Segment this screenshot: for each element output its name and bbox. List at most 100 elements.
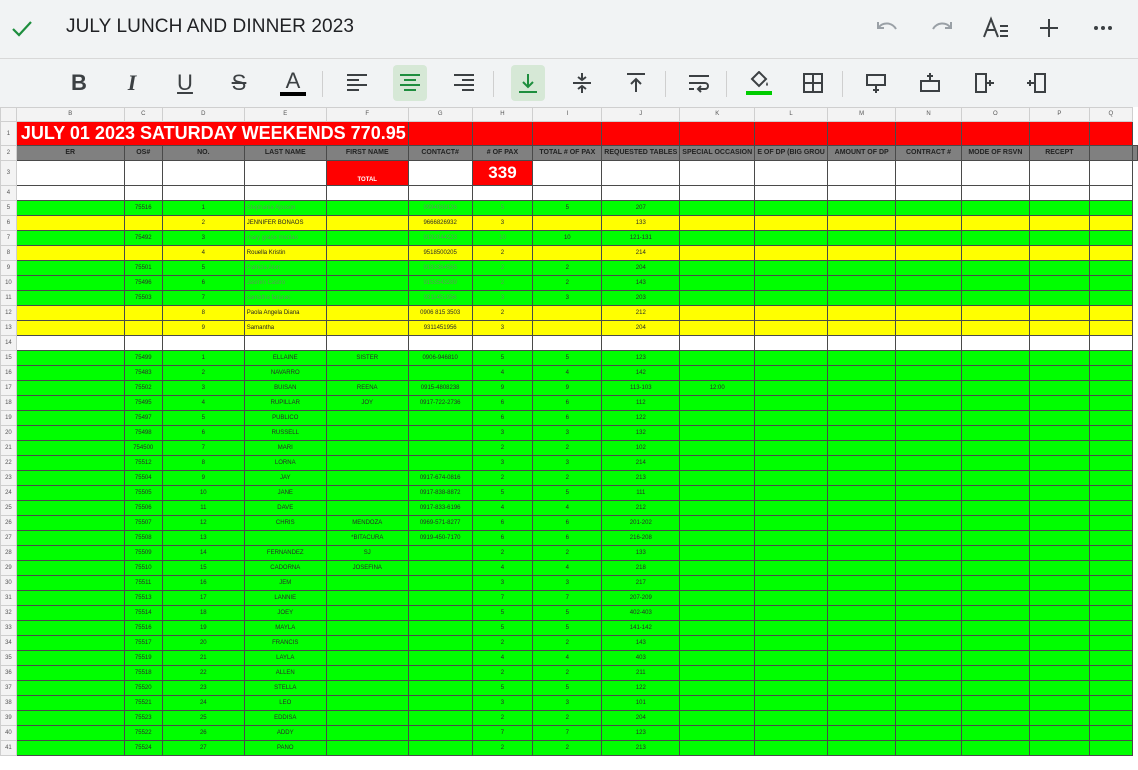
cell-last[interactable]: EDDISA: [243, 710, 327, 726]
text-color-button[interactable]: A: [276, 65, 310, 101]
cell[interactable]: [1088, 290, 1134, 306]
cell-no[interactable]: 5: [161, 410, 245, 426]
cell-tables[interactable]: 133: [601, 215, 681, 231]
cell[interactable]: [960, 350, 1031, 366]
cell[interactable]: [827, 260, 897, 276]
column-header[interactable]: N: [895, 107, 962, 122]
cell[interactable]: [754, 185, 829, 201]
cell[interactable]: [960, 335, 1031, 351]
cell-last[interactable]: mary grace micdao: [243, 230, 327, 246]
cell[interactable]: [1088, 665, 1134, 681]
cell[interactable]: [895, 725, 962, 741]
cell[interactable]: [532, 160, 603, 186]
cell-occasion[interactable]: [679, 500, 756, 516]
cell-last[interactable]: LANNIE: [243, 590, 327, 606]
cell-os[interactable]: 75506: [123, 500, 163, 516]
cell-os[interactable]: 75520: [123, 680, 163, 696]
cell[interactable]: [1088, 530, 1134, 546]
cell[interactable]: [1088, 121, 1134, 146]
row-number[interactable]: 6: [0, 215, 17, 231]
cell-first[interactable]: [325, 485, 409, 501]
cell[interactable]: [1029, 380, 1090, 396]
cell[interactable]: [1029, 185, 1090, 201]
cell-tables[interactable]: 101: [601, 695, 681, 711]
cell[interactable]: [1029, 590, 1090, 606]
cell-tables[interactable]: 204: [601, 320, 681, 336]
cell[interactable]: [1088, 215, 1134, 231]
cell-no[interactable]: 25: [161, 710, 245, 726]
cell[interactable]: [895, 200, 962, 216]
row-number[interactable]: 32: [0, 605, 17, 621]
cell-pax[interactable]: 2: [471, 635, 534, 651]
cell[interactable]: [1029, 545, 1090, 561]
cell-os[interactable]: 75523: [123, 710, 163, 726]
cell-occasion[interactable]: [679, 230, 756, 246]
cell-occasion[interactable]: [679, 335, 756, 351]
cell[interactable]: [895, 530, 962, 546]
cell-total[interactable]: 4: [532, 650, 603, 666]
cell[interactable]: [754, 605, 829, 621]
row-number[interactable]: 28: [0, 545, 17, 561]
cell[interactable]: [1029, 121, 1090, 146]
cell[interactable]: [827, 395, 897, 411]
header-cell[interactable]: SPECIAL OCCASION: [679, 145, 756, 161]
cell-pax[interactable]: 2: [471, 665, 534, 681]
cell[interactable]: [960, 740, 1031, 756]
cell-pax[interactable]: 2: [471, 740, 534, 756]
cell-contact[interactable]: 9994069126: [407, 200, 473, 216]
cell[interactable]: [15, 470, 125, 486]
cell[interactable]: [827, 121, 897, 146]
cell-contact[interactable]: 0917-722-2736: [407, 395, 473, 411]
cell[interactable]: [960, 440, 1031, 456]
cell[interactable]: [1088, 440, 1134, 456]
cell-first[interactable]: [325, 620, 409, 636]
cell-first[interactable]: [325, 230, 409, 246]
cell-os[interactable]: [123, 305, 163, 321]
cell[interactable]: [827, 305, 897, 321]
column-header[interactable]: [0, 107, 17, 122]
cell[interactable]: [827, 380, 897, 396]
cell[interactable]: [1088, 470, 1134, 486]
cell-tables[interactable]: 141-142: [601, 620, 681, 636]
cell[interactable]: [15, 335, 125, 351]
cell[interactable]: [827, 635, 897, 651]
cell[interactable]: [754, 215, 829, 231]
cell[interactable]: [1029, 260, 1090, 276]
cell[interactable]: [827, 350, 897, 366]
cell-last[interactable]: PUBLICO: [243, 410, 327, 426]
cell[interactable]: [1088, 590, 1134, 606]
cell-first[interactable]: SJ: [325, 545, 409, 561]
cell-tables[interactable]: 216-208: [601, 530, 681, 546]
cell[interactable]: [1088, 185, 1134, 201]
cell-total[interactable]: 5: [532, 350, 603, 366]
cell[interactable]: [895, 160, 962, 186]
header-cell[interactable]: CONTRACT #: [895, 145, 962, 161]
cell-pax[interactable]: 3: [471, 575, 534, 591]
cell[interactable]: [895, 500, 962, 516]
cell-no[interactable]: 8: [161, 305, 245, 321]
cell-first[interactable]: [325, 245, 409, 261]
cell[interactable]: [960, 710, 1031, 726]
header-cell[interactable]: [1088, 145, 1134, 161]
row-number[interactable]: 20: [0, 425, 17, 441]
cell-last[interactable]: LAYLA: [243, 650, 327, 666]
cell-occasion[interactable]: [679, 245, 756, 261]
cell[interactable]: [754, 305, 829, 321]
cell-last[interactable]: PANO: [243, 740, 327, 756]
row-number[interactable]: 12: [0, 305, 17, 321]
cell-first[interactable]: [325, 695, 409, 711]
cell[interactable]: [15, 485, 125, 501]
cell[interactable]: [827, 365, 897, 381]
cell-os[interactable]: 75509: [123, 545, 163, 561]
cell-tables[interactable]: 204: [601, 710, 681, 726]
cell-occasion[interactable]: [679, 635, 756, 651]
cell-no[interactable]: 8: [161, 455, 245, 471]
underline-button[interactable]: U: [168, 65, 202, 101]
cell[interactable]: [895, 410, 962, 426]
cell-contact[interactable]: [407, 545, 473, 561]
cell-contact[interactable]: 9311451956: [407, 290, 473, 306]
cell[interactable]: [1029, 245, 1090, 261]
cell[interactable]: [960, 665, 1031, 681]
cell[interactable]: [1029, 365, 1090, 381]
cell-occasion[interactable]: [679, 260, 756, 276]
